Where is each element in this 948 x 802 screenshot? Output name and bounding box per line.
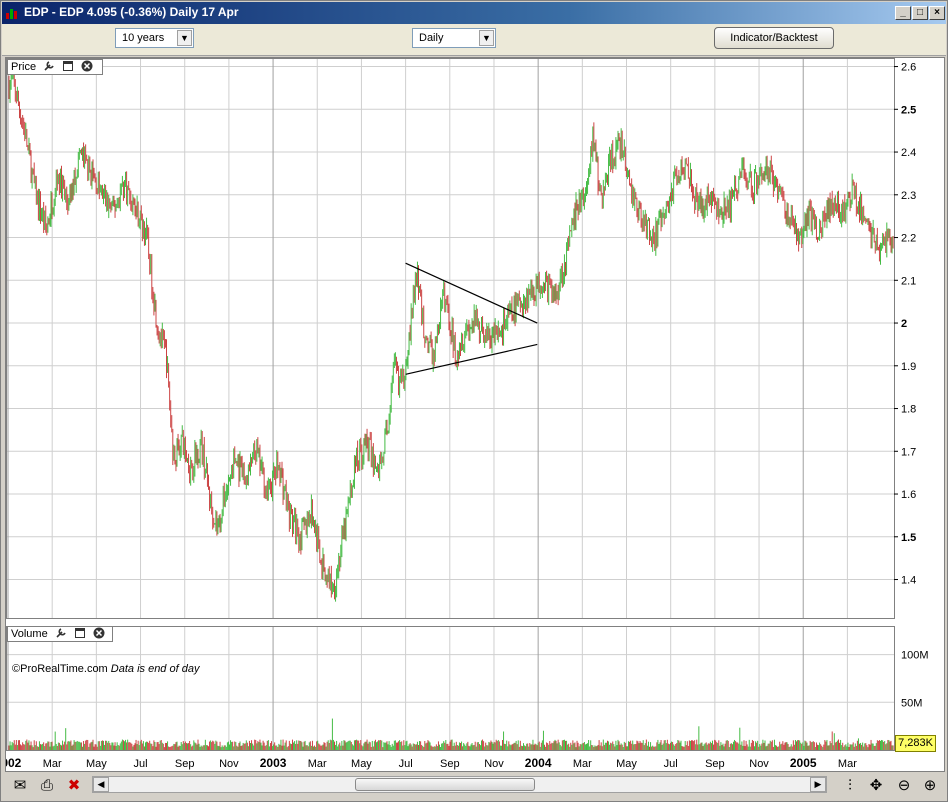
- close-button[interactable]: ×: [929, 6, 945, 20]
- x-tick-label: May: [351, 758, 372, 770]
- y-tick-label: 1.9: [901, 361, 916, 373]
- chart-window: EDP - EDP 4.095 (-0.36%) Daily 17 Apr _ …: [0, 0, 948, 802]
- close-icon[interactable]: [93, 627, 105, 639]
- print-icon[interactable]: ⎙: [37, 776, 57, 796]
- y-tick-label: 2.1: [901, 275, 916, 287]
- restore-button[interactable]: □: [912, 6, 928, 20]
- x-tick-label: May: [616, 758, 637, 770]
- zoom-in-icon[interactable]: ⊕: [920, 776, 940, 796]
- wrench-icon[interactable]: [55, 627, 67, 639]
- interval-select-value: Daily: [419, 32, 444, 44]
- y-tick-label: 1.4: [901, 575, 916, 587]
- x-tick-label: Mar: [308, 758, 327, 770]
- y-tick-label: 2.5: [901, 104, 916, 116]
- zoom-out-icon[interactable]: ⊖: [894, 776, 914, 796]
- data-note: Data is end of day: [110, 663, 200, 675]
- candlestick-series: [8, 65, 894, 602]
- scroll-left-button[interactable]: ◀: [93, 777, 109, 792]
- y-tick-label: 1.7: [901, 446, 916, 458]
- x-tick-label: Sep: [440, 758, 460, 770]
- window-icon[interactable]: [74, 627, 86, 639]
- mail-icon[interactable]: ✉: [10, 776, 30, 796]
- y-tick-label: 2: [901, 318, 907, 330]
- volume-bars: [8, 718, 894, 750]
- x-tick-label: Jul: [134, 758, 148, 770]
- x-tick-label: Mar: [838, 758, 857, 770]
- price-plot-frame: [6, 58, 895, 619]
- x-tick-label: Jul: [399, 758, 413, 770]
- price-panel-label: Price: [11, 61, 37, 73]
- title-bar[interactable]: EDP - EDP 4.095 (-0.36%) Daily 17 Apr _ …: [2, 2, 946, 24]
- copyright-text: ©ProRealTime.com: [12, 663, 108, 675]
- chevron-down-icon[interactable]: ▼: [479, 30, 494, 46]
- x-tick-label: May: [86, 758, 107, 770]
- x-tick-label: Nov: [484, 758, 504, 770]
- price-panel-tag: Price: [7, 59, 103, 75]
- y-tick-label: 2.3: [901, 190, 916, 202]
- y-tick-label: 1.5: [901, 532, 916, 544]
- x-tick-label: 2005: [790, 756, 817, 770]
- interval-select[interactable]: Daily ▼: [412, 28, 496, 48]
- scrollbar-thumb[interactable]: [355, 778, 535, 791]
- current-volume-badge: 7,283K: [895, 735, 936, 752]
- x-tick-label: Mar: [43, 758, 62, 770]
- minimize-button[interactable]: _: [895, 6, 911, 20]
- chart-area[interactable]: 1.4 1.5 1.6 1.7 1.8 1.9 2 2.1 2.2 2.3 2.4 2.5 2.6 50M…: [0, 57, 945, 772]
- volume-plot-frame: [6, 626, 895, 751]
- trendline: [405, 262, 538, 324]
- indicator-backtest-button[interactable]: Indicator/Backtest: [714, 27, 834, 49]
- scroll-right-button[interactable]: ▶: [810, 777, 826, 792]
- x-tick-label: Sep: [705, 758, 725, 770]
- y-tick-label: 2.4: [901, 147, 916, 159]
- window-title: EDP - EDP 4.095 (-0.36%) Daily 17 Apr: [24, 5, 239, 19]
- status-bar: ✉ ⎙ ✖ ◀ ▶ ⫶ ✥ ⊖ ⊕: [2, 772, 946, 800]
- move-icon[interactable]: ✥: [866, 776, 886, 796]
- x-tick-label: 2004: [525, 756, 552, 770]
- x-tick-label: Mar: [573, 758, 592, 770]
- chart-type-icon[interactable]: ⫶: [840, 776, 860, 796]
- chevron-down-icon[interactable]: ▼: [177, 30, 192, 46]
- volume-tick-label: 50M: [901, 697, 922, 709]
- wrench-icon[interactable]: [43, 60, 55, 72]
- x-tick-label: Nov: [219, 758, 239, 770]
- toolbar: 10 years ▼ Daily ▼ Indicator/Backtest: [2, 24, 946, 56]
- window-icon[interactable]: [62, 60, 74, 72]
- x-tick-label: Nov: [749, 758, 769, 770]
- y-tick-label: 1.6: [901, 489, 916, 501]
- y-tick-label: 2.6: [901, 62, 916, 74]
- trendline: [405, 343, 538, 375]
- volume-panel-label: Volume: [11, 628, 48, 640]
- x-tick-label: 2002: [6, 756, 22, 770]
- data-footer: ©ProRealTime.com Data is end of day: [12, 663, 199, 675]
- volume-panel-tag: Volume: [7, 626, 113, 642]
- close-icon[interactable]: [81, 60, 93, 72]
- delete-icon[interactable]: ✖: [64, 776, 84, 796]
- period-select-value: 10 years: [122, 32, 165, 44]
- y-tick-label: 2.2: [901, 233, 916, 245]
- period-select[interactable]: 10 years ▼: [115, 28, 194, 48]
- x-tick-label: 2003: [260, 756, 287, 770]
- y-tick-label: 1.8: [901, 404, 916, 416]
- time-scrollbar[interactable]: ◀ ▶: [92, 776, 827, 793]
- x-tick-label: Sep: [175, 758, 195, 770]
- x-tick-label: Jul: [664, 758, 678, 770]
- volume-tick-label: 100M: [901, 650, 929, 662]
- app-icon: [6, 7, 18, 19]
